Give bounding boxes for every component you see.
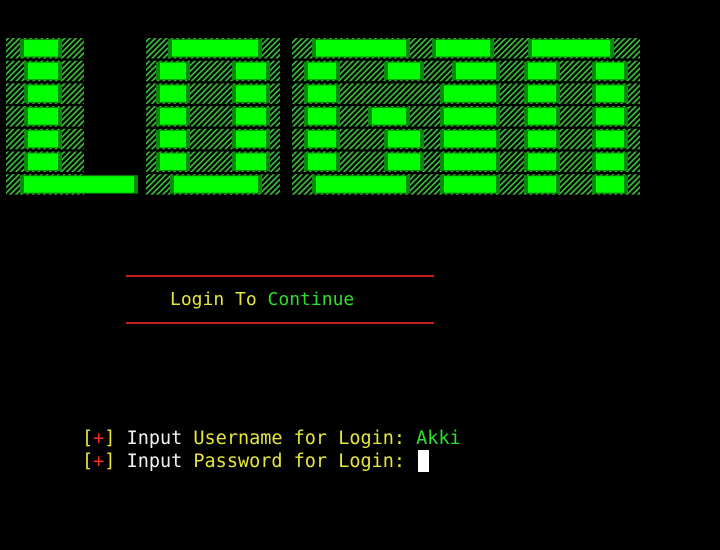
bracket-close: ] (104, 428, 116, 449)
banner-block (160, 85, 186, 102)
prompt-label-username: Username for Login: (193, 428, 406, 449)
password-prompt: [+] Input Password for Login: (82, 450, 430, 474)
banner-block (388, 153, 420, 170)
banner-block (596, 62, 624, 80)
banner-block (236, 153, 266, 170)
banner-block (24, 176, 134, 193)
banner-block (236, 62, 266, 80)
banner-block (372, 108, 406, 125)
banner-block (174, 176, 258, 193)
banner-block (28, 62, 58, 80)
subtitle-text-part1: Login To (170, 289, 257, 310)
subtitle-rule-bottom (126, 322, 434, 324)
banner-block (388, 130, 420, 148)
banner-block (596, 153, 624, 170)
text-cursor[interactable] (418, 450, 430, 472)
subtitle-text-part2: Continue (267, 289, 355, 310)
banner-block (160, 108, 186, 125)
banner-block (28, 153, 58, 170)
banner-block (528, 130, 556, 148)
subtitle-rule-top (126, 275, 434, 277)
bracket-open: [ (82, 451, 94, 472)
banner-block (160, 153, 186, 170)
banner-block (528, 85, 556, 102)
banner-block (28, 108, 58, 125)
banner-block (444, 153, 496, 170)
banner-block (308, 85, 336, 102)
plus-marker-icon: + (93, 451, 105, 472)
banner-block (236, 85, 266, 102)
banner-block (444, 176, 496, 193)
banner-block (456, 62, 496, 80)
plus-marker-icon: + (93, 428, 105, 449)
prompt-label-password: Password for Login: (193, 451, 406, 472)
banner-block (528, 62, 556, 80)
banner-block (308, 62, 336, 80)
banner-block (316, 176, 406, 193)
banner-block (596, 176, 624, 193)
banner-block (532, 40, 610, 57)
banner-block (24, 40, 58, 57)
banner-block (316, 40, 406, 57)
banner-block (28, 130, 58, 148)
bracket-open: [ (82, 428, 94, 449)
banner-block (596, 108, 624, 125)
banner-block (28, 85, 58, 102)
login-ascii-banner (6, 38, 640, 195)
username-input-value[interactable]: Akki (416, 428, 461, 449)
prompt-word-input: Input (126, 428, 183, 449)
banner-block (528, 108, 556, 125)
banner-block (528, 153, 556, 170)
banner-block (172, 40, 258, 57)
banner-block (388, 62, 420, 80)
subtitle: Login To Continue (170, 288, 354, 312)
banner-block (444, 108, 496, 125)
prompt-word-input: Input (126, 451, 183, 472)
banner-block (308, 108, 336, 125)
banner-block (236, 130, 266, 148)
banner-block (528, 176, 556, 193)
banner-block (444, 85, 496, 102)
banner-block (436, 40, 490, 57)
username-prompt: [+] Input Username for Login: Akki (82, 427, 461, 451)
banner-block (160, 130, 186, 148)
banner-block (308, 153, 336, 170)
banner-block (308, 130, 336, 148)
banner-block (596, 85, 624, 102)
banner-block (236, 108, 266, 125)
banner-block (444, 130, 496, 148)
banner-block (160, 62, 186, 80)
banner-block (596, 130, 624, 148)
bracket-close: ] (104, 451, 116, 472)
